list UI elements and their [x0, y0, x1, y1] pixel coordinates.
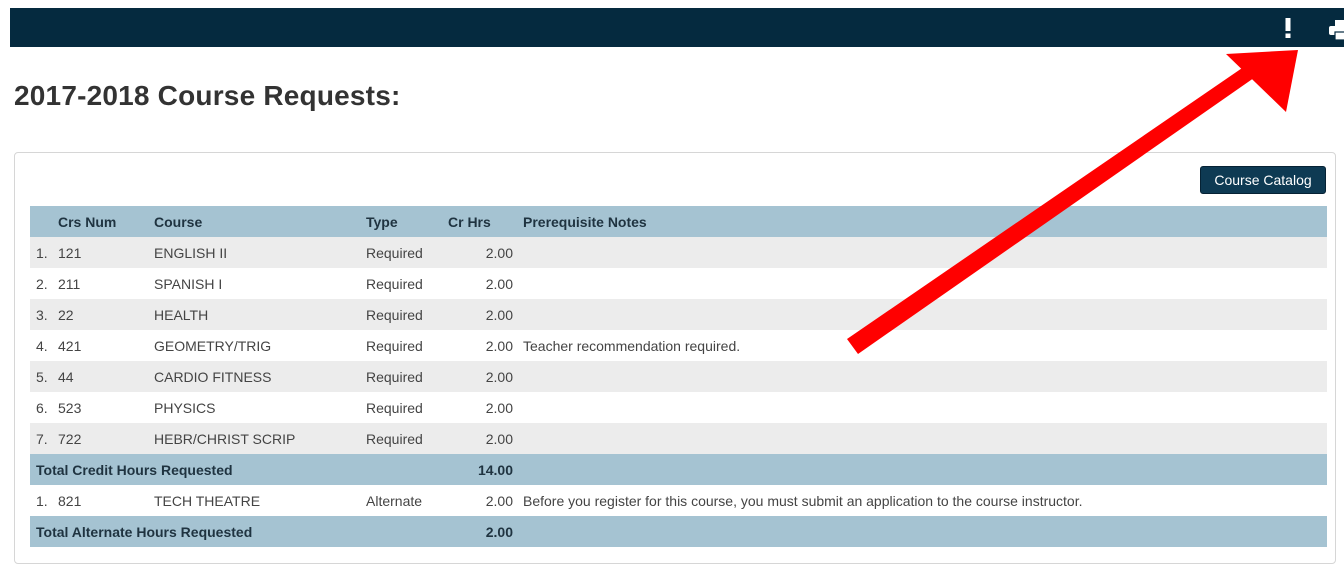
notes-cell [517, 237, 1327, 268]
row-index: 7. [36, 430, 48, 447]
notes-cell [517, 268, 1327, 299]
total-credit-hours-value: 14.00 [477, 461, 513, 478]
cr-hrs-cell: 2.00 [485, 430, 513, 447]
course-catalog-button[interactable]: Course Catalog [1200, 166, 1326, 194]
crs-num-cell: 211 [58, 275, 81, 292]
printer-icon[interactable] [1328, 20, 1344, 40]
table-header-row: Crs Num Course Type Cr Hrs Prerequisite … [30, 206, 1327, 237]
crs-num-cell: 421 [58, 337, 82, 354]
crs-num-cell: 121 [58, 244, 82, 261]
column-header-prerequisite-notes: Prerequisite Notes [523, 213, 647, 230]
type-cell: Required [366, 368, 423, 385]
total-alternate-hours-label: Total Alternate Hours Requested [36, 523, 253, 540]
row-index: 1. [36, 244, 48, 261]
row-index: 4. [36, 337, 48, 354]
notes-cell [517, 423, 1327, 454]
notes-cell [517, 392, 1327, 423]
course-cell: ENGLISH II [154, 244, 228, 261]
page-title: 2017-2018 Course Requests: [14, 80, 401, 111]
row-index: 1. [36, 492, 48, 509]
alternate-row: 1. 821 TECH THEATRE Alternate 2.00 Befor… [30, 485, 1327, 516]
notes-cell: Teacher recommendation required. [523, 337, 741, 354]
notes-cell [517, 299, 1327, 330]
crs-num-cell: 22 [58, 306, 74, 323]
column-header-course: Course [154, 213, 203, 230]
type-cell: Required [366, 430, 423, 447]
table-row: 6. 523 PHYSICS Required 2.00 [30, 392, 1327, 423]
course-cell: CARDIO FITNESS [154, 368, 272, 385]
notes-cell: Before you register for this course, you… [523, 492, 1083, 509]
row-index: 6. [36, 399, 48, 416]
row-index: 5. [36, 368, 48, 385]
row-index: 3. [36, 306, 48, 323]
table-row: 7. 722 HEBR/CHRIST SCRIP Required 2.00 [30, 423, 1327, 454]
arrow-head [1226, 50, 1298, 112]
total-alternate-hours-row: Total Alternate Hours Requested 2.00 [30, 516, 1327, 547]
notes-cell [517, 361, 1327, 392]
course-cell: PHYSICS [154, 399, 216, 416]
type-cell: Required [366, 306, 423, 323]
crs-num-cell: 44 [58, 368, 74, 385]
total-alternate-hours-value: 2.00 [485, 523, 513, 540]
course-cell: HEBR/CHRIST SCRIP [154, 430, 296, 447]
column-header-crs-num: Crs Num [58, 213, 117, 230]
crs-num-cell: 722 [58, 430, 82, 447]
column-header-type: Type [366, 213, 398, 230]
cr-hrs-cell: 2.00 [485, 492, 513, 509]
total-credit-hours-row: Total Credit Hours Requested 14.00 [30, 454, 1327, 485]
cr-hrs-cell: 2.00 [485, 337, 513, 354]
cr-hrs-cell: 2.00 [485, 275, 513, 292]
crs-num-cell: 523 [58, 399, 82, 416]
course-cell: SPANISH I [154, 275, 223, 292]
total-credit-hours-label: Total Credit Hours Requested [36, 461, 233, 478]
column-header-cr-hrs: Cr Hrs [448, 213, 491, 230]
type-cell: Alternate [366, 492, 423, 509]
type-cell: Required [366, 399, 423, 416]
exclamation-icon[interactable] [1284, 18, 1292, 38]
table-row: 2. 211 SPANISH I Required 2.00 [30, 268, 1327, 299]
table-row: 4. 421 GEOMETRY/TRIG Required 2.00 Teach… [30, 330, 1327, 361]
row-index: 2. [36, 275, 48, 292]
type-cell: Required [366, 244, 423, 261]
course-requests-table: Crs Num Course Type Cr Hrs Prerequisite … [30, 206, 1327, 547]
crs-num-cell: 821 [58, 492, 82, 509]
top-navigation-bar [10, 8, 1344, 47]
type-cell: Required [366, 275, 423, 292]
cr-hrs-cell: 2.00 [485, 399, 513, 416]
type-cell: Required [366, 337, 423, 354]
course-cell: TECH THEATRE [154, 492, 261, 509]
cr-hrs-cell: 2.00 [485, 244, 513, 261]
cr-hrs-cell: 2.00 [485, 368, 513, 385]
course-cell: GEOMETRY/TRIG [154, 337, 272, 354]
table-row: 5. 44 CARDIO FITNESS Required 2.00 [30, 361, 1327, 392]
cr-hrs-cell: 2.00 [485, 306, 513, 323]
table-row: 1. 121 ENGLISH II Required 2.00 [30, 237, 1327, 268]
table-row: 3. 22 HEALTH Required 2.00 [30, 299, 1327, 330]
course-cell: HEALTH [154, 306, 209, 323]
